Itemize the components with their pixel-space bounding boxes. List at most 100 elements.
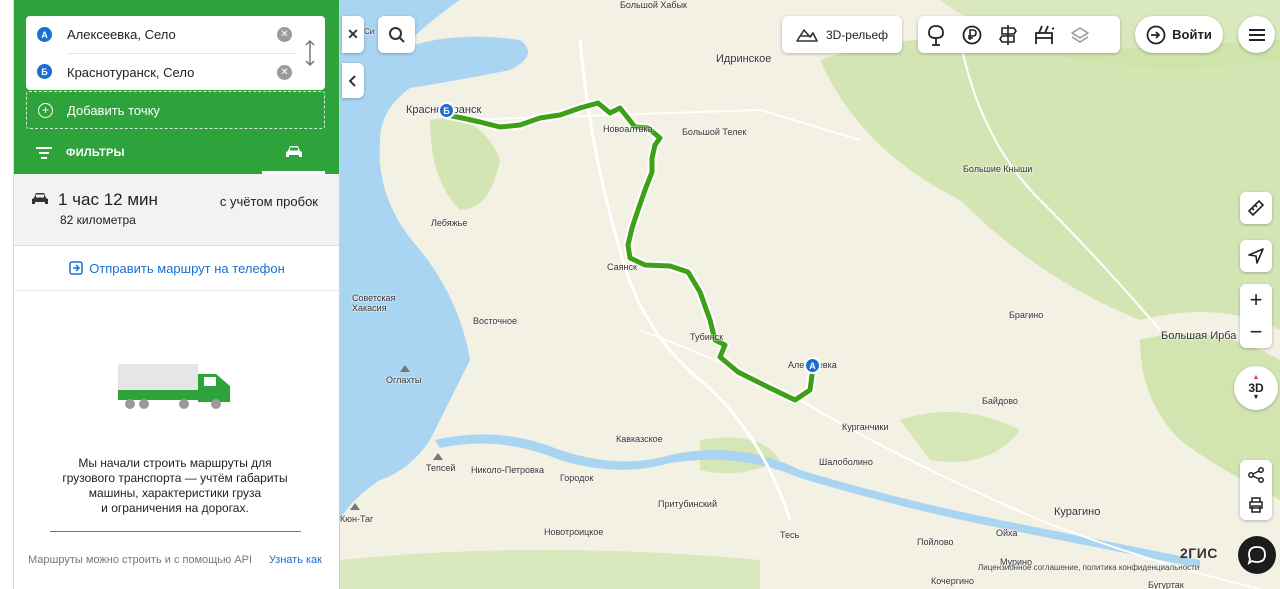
layers-toolbar <box>918 16 1120 53</box>
compass-south-icon: ▼ <box>1252 394 1260 401</box>
place-label: Оглахты <box>386 375 422 385</box>
2gis-logo: 2ГИС <box>1180 545 1218 561</box>
place-label: Саянск <box>607 262 637 272</box>
place-label: Байдово <box>982 396 1018 406</box>
place-label: Курагино <box>1054 506 1101 518</box>
relief-3d-button[interactable]: 3D-рельеф <box>782 16 902 53</box>
main-menu-button[interactable] <box>1238 16 1275 53</box>
clear-point-b-button[interactable]: ✕ <box>277 65 292 80</box>
collapse-panel-button[interactable] <box>342 63 364 98</box>
promo-line: и ограничения на дорогах. <box>101 501 249 515</box>
place-label: Притубинский <box>658 499 717 509</box>
window-edge <box>0 0 14 589</box>
share-icon <box>1248 467 1264 483</box>
car-icon <box>32 193 48 204</box>
place-label: Пойлово <box>917 537 954 547</box>
car-mode-tab[interactable] <box>262 132 325 174</box>
traffic-note: с учётом пробок <box>219 194 318 209</box>
clear-point-a-button[interactable]: ✕ <box>277 27 292 42</box>
login-label: Войти <box>1172 27 1212 42</box>
place-label: Николо-Петровка <box>471 465 544 475</box>
place-label: Брагино <box>1009 310 1044 320</box>
place-label: Кюн-Таг <box>340 514 374 524</box>
map-terrain <box>340 0 1280 589</box>
filter-icon[interactable] <box>36 147 52 159</box>
place-label: Большие Кныши <box>963 164 1033 174</box>
close-icon: ✕ <box>347 26 359 42</box>
plus-circle-icon: + <box>38 102 53 118</box>
place-label: Большая Ирба <box>1161 330 1237 342</box>
traffic-icon <box>1035 25 1055 44</box>
learn-more-link[interactable]: Узнать как <box>269 554 322 566</box>
hamburger-icon <box>1248 28 1265 41</box>
route-divider <box>67 53 296 54</box>
route-duration: 1 час 12 мин <box>58 190 158 209</box>
point-b-marker: Б <box>37 64 52 79</box>
route-summary[interactable]: 1 час 12 мин с учётом пробок 82 километр… <box>14 174 339 246</box>
map-canvas[interactable]: Большой Хабык Идринское Большой Телек Бо… <box>340 0 1280 589</box>
swap-icon <box>305 39 315 67</box>
place-label: Идринское <box>716 53 772 65</box>
layers-icon <box>1071 26 1089 43</box>
swap-points-button[interactable] <box>302 38 318 68</box>
parks-layer-button[interactable] <box>918 16 954 53</box>
chevron-left-icon <box>349 74 356 87</box>
relief-label: 3D-рельеф <box>825 27 889 42</box>
truck-promo-text: Мы начали строить маршруты для грузового… <box>50 456 300 516</box>
filters-label[interactable]: ФИЛЬТРЫ <box>66 147 125 159</box>
search-button[interactable] <box>378 16 415 53</box>
place-label: Новоалтвка <box>603 124 653 134</box>
view-3d-label: 3D <box>1248 381 1264 395</box>
promo-divider <box>50 531 301 532</box>
send-icon <box>69 261 83 275</box>
my-location-button[interactable] <box>1240 240 1272 272</box>
place-label: Курганчики <box>842 422 889 432</box>
filters-bar: ФИЛЬТРЫ <box>14 132 339 174</box>
route-points-box: A Алексеевка, Село ✕ Б Краснотуранск, Се… <box>26 16 325 90</box>
login-button[interactable]: Войти <box>1135 16 1223 53</box>
place-label: Большой Хабык <box>620 0 687 10</box>
signpost-icon <box>999 24 1017 45</box>
place-label: Кавказское <box>616 434 663 444</box>
ruler-button[interactable] <box>1240 192 1272 224</box>
close-route-button[interactable]: ✕ <box>342 16 364 53</box>
map-layers-button[interactable] <box>1062 16 1098 53</box>
promo-line: Мы начали строить маршруты для <box>78 456 272 470</box>
add-point-button[interactable]: + Добавить точку <box>26 91 325 129</box>
map-pin-a[interactable]: A <box>804 357 821 374</box>
location-arrow-icon <box>1248 248 1264 264</box>
traffic-layer-button[interactable] <box>1026 16 1062 53</box>
print-button[interactable] <box>1248 490 1264 520</box>
place-label: Кочергино <box>931 576 975 586</box>
print-icon <box>1249 497 1263 513</box>
ruble-icon <box>962 25 982 44</box>
car-icon <box>285 145 302 157</box>
truck-illustration <box>118 364 230 409</box>
place-label: Лебяжье <box>431 218 468 228</box>
zoom-out-button[interactable]: − <box>1240 316 1272 348</box>
place-label: Новотроицкое <box>544 527 604 537</box>
chat-button[interactable] <box>1238 536 1276 574</box>
search-text: Си <box>364 27 375 36</box>
chat-icon <box>1247 546 1266 565</box>
atm-layer-button[interactable] <box>954 16 990 53</box>
ruler-icon <box>1247 199 1265 217</box>
route-header: A Алексеевка, Село ✕ Б Краснотуранск, Се… <box>14 0 339 174</box>
point-a-input[interactable]: Алексеевка, Село <box>67 27 176 42</box>
send-to-phone-button[interactable]: Отправить маршрут на телефон <box>14 246 339 291</box>
license-link[interactable]: Лицензионное соглашение, политика конфид… <box>978 563 1199 572</box>
share-print-controls <box>1240 460 1272 520</box>
signs-layer-button[interactable] <box>990 16 1026 53</box>
map-pin-b[interactable]: Б <box>438 102 455 119</box>
place-label: Ойха <box>996 528 1018 538</box>
view-3d-button[interactable]: ▲ 3D ▼ <box>1234 366 1278 410</box>
relief-icon <box>796 28 818 42</box>
place-label: Восточное <box>473 316 518 326</box>
place-label: Тубинск <box>690 332 724 342</box>
promo-line: машины, характеристики груза <box>88 486 262 500</box>
zoom-in-button[interactable]: + <box>1240 284 1272 316</box>
share-button[interactable] <box>1248 460 1264 490</box>
place-label: Тепсей <box>426 463 456 473</box>
route-distance: 82 километра <box>60 213 136 227</box>
point-b-input[interactable]: Краснотуранск, Село <box>67 65 194 80</box>
